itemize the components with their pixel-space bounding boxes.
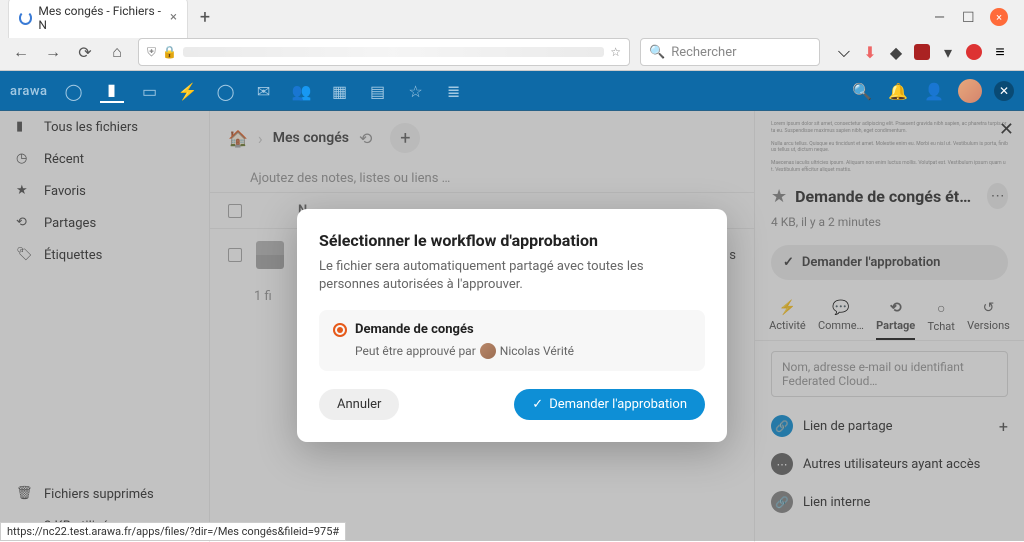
approval-workflow-modal: Sélectionner le workflow d'approbation L… xyxy=(297,209,727,442)
ext-icon-1[interactable]: ◆ xyxy=(888,44,904,60)
modal-title: Sélectionner le workflow d'approbation xyxy=(319,231,705,250)
maximize-button[interactable]: ☐ xyxy=(962,10,976,24)
brand-logo: arawa xyxy=(10,84,48,99)
talk-icon[interactable]: ◯ xyxy=(214,79,238,103)
notes-icon[interactable]: ≣ xyxy=(442,79,466,103)
photos-icon[interactable]: ▭ xyxy=(138,79,162,103)
search-placeholder: Rechercher xyxy=(671,45,736,60)
panel-close-icon[interactable]: ✕ xyxy=(994,81,1014,101)
approver-avatar xyxy=(480,343,496,359)
confirm-approval-button[interactable]: ✓ Demander l'approbation xyxy=(514,389,705,420)
app-search-icon[interactable]: 🔍 xyxy=(850,79,874,103)
cancel-button[interactable]: Annuler xyxy=(319,389,399,420)
tab-close-icon[interactable]: × xyxy=(170,10,177,25)
contacts-menu-icon[interactable]: 👤 xyxy=(922,79,946,103)
adblock-icon[interactable] xyxy=(966,44,982,60)
workflow-name: Demande de congés xyxy=(355,322,474,337)
workflow-option[interactable]: Demande de congés Peut être approuvé par… xyxy=(319,310,705,371)
modal-overlay: Sélectionner le workflow d'approbation L… xyxy=(0,110,1024,541)
app-topbar: arawa ◯ ▮ ▭ ⚡ ◯ ✉ 👥 ▦ ▤ ☆ ≣ 🔍 🔔 👤 ✕ xyxy=(0,71,1024,111)
contacts-icon[interactable]: 👥 xyxy=(290,79,314,103)
tab-title: Mes congés - Fichiers - N xyxy=(38,4,164,32)
back-button[interactable]: ← xyxy=(10,41,32,63)
url-bar[interactable]: ⛨ 🔒 ☆ xyxy=(138,38,630,66)
window-close-button[interactable]: × xyxy=(990,8,1008,26)
browser-tab[interactable]: Mes congés - Fichiers - N × xyxy=(8,0,188,38)
lock-icon: 🔒 xyxy=(162,45,177,59)
new-tab-button[interactable]: + xyxy=(192,4,218,30)
forward-button[interactable]: → xyxy=(42,41,64,63)
bookmark-star-icon[interactable]: ☆ xyxy=(610,45,621,59)
pocket-icon[interactable]: ⌵ xyxy=(836,44,852,60)
mail-icon[interactable]: ✉ xyxy=(252,79,276,103)
user-avatar[interactable] xyxy=(958,79,982,103)
dashboard-icon[interactable]: ◯ xyxy=(62,79,86,103)
radio-selected-icon[interactable] xyxy=(333,323,347,337)
browser-status-bar: https://nc22.test.arawa.fr/apps/files/?d… xyxy=(0,522,346,541)
deck-icon[interactable]: ▤ xyxy=(366,79,390,103)
check-icon: ✓ xyxy=(532,397,543,412)
ext-icon-2[interactable]: ▾ xyxy=(940,44,956,60)
activity-icon[interactable]: ⚡ xyxy=(176,79,200,103)
url-blurred xyxy=(183,47,604,57)
ublock-icon[interactable] xyxy=(914,44,930,60)
minimize-button[interactable]: — xyxy=(934,10,948,24)
download-icon[interactable]: ⬇ xyxy=(862,44,878,60)
tab-favicon xyxy=(19,11,32,25)
calendar-icon[interactable]: ▦ xyxy=(328,79,352,103)
favorites-icon[interactable]: ☆ xyxy=(404,79,428,103)
menu-icon[interactable]: ≡ xyxy=(992,44,1008,60)
files-icon[interactable]: ▮ xyxy=(100,79,124,103)
shield-icon: ⛨ xyxy=(147,45,156,60)
notifications-icon[interactable]: 🔔 xyxy=(886,79,910,103)
browser-search[interactable]: 🔍 Rechercher xyxy=(640,38,820,66)
home-button[interactable]: ⌂ xyxy=(106,41,128,63)
approver-name: Nicolas Vérité xyxy=(500,344,574,358)
reload-button[interactable]: ⟳ xyxy=(74,41,96,63)
approver-prefix: Peut être approuvé par xyxy=(355,344,476,358)
search-icon: 🔍 xyxy=(649,45,665,60)
modal-description: Le fichier sera automatiquement partagé … xyxy=(319,258,705,294)
